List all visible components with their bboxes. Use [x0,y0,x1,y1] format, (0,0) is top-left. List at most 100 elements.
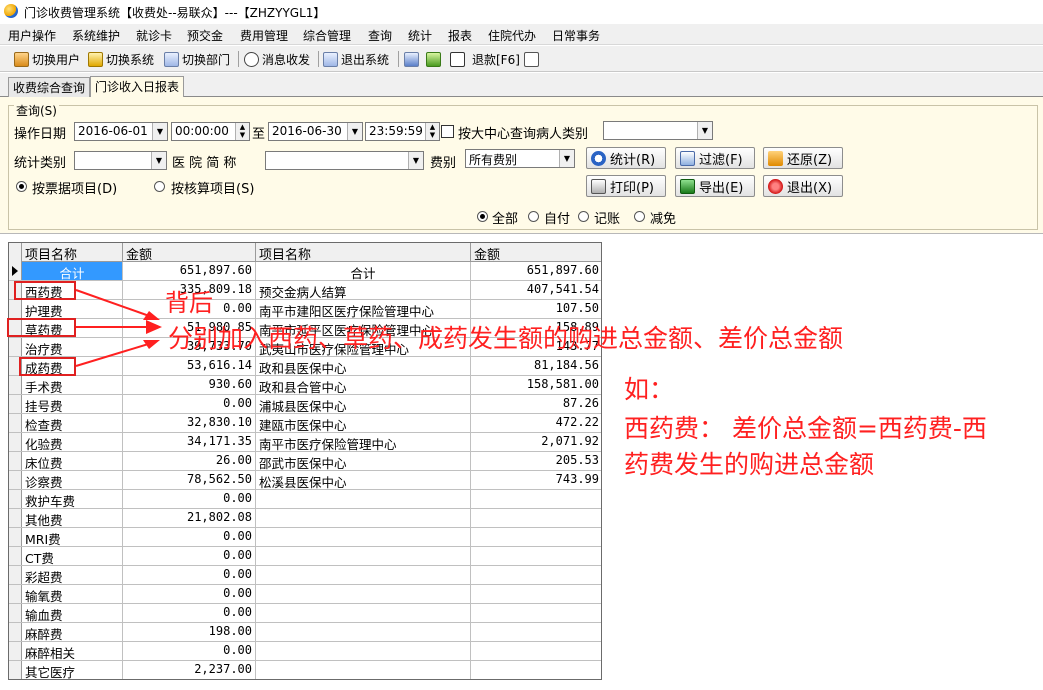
table-cell[interactable]: 651,897.60 [123,262,256,281]
table-cell[interactable]: 手术费 [22,376,123,395]
spinner-icon[interactable]: ▲ ▼ [425,123,439,140]
table-cell[interactable]: 南平市医疗保险管理中心 [256,433,471,452]
chevron-down-icon[interactable]: ▼ [559,150,574,167]
table-cell[interactable] [256,528,471,547]
spinner-icon[interactable]: ▲ ▼ [235,123,249,140]
table-cell[interactable]: 输氧费 [22,585,123,604]
row-indicator[interactable] [9,623,22,642]
table-cell[interactable]: CT费 [22,547,123,566]
table-cell[interactable] [256,585,471,604]
table-cell[interactable]: 0.00 [123,566,256,585]
table-cell[interactable]: 107.50 [471,300,601,319]
print-button[interactable]: 打印(P) [586,175,666,197]
time-to-input[interactable]: 23:59:59 ▲ ▼ [365,122,440,141]
table-cell[interactable] [471,623,601,642]
fee-type-select[interactable]: 所有费别 ▼ [465,149,575,168]
radio-filter-self-pay[interactable] [528,211,539,222]
table-cell[interactable]: 护理费 [22,300,123,319]
table-cell[interactable]: 0.00 [123,604,256,623]
chevron-down-icon[interactable]: ▼ [408,152,423,169]
switch-department-button[interactable]: 切换部门 [164,50,230,68]
table-cell[interactable]: 化验费 [22,433,123,452]
radio-filter-charge[interactable] [578,211,589,222]
menu-user-ops[interactable]: 用户操作 [8,27,56,44]
table-cell[interactable]: 麻醉相关 [22,642,123,661]
table-cell[interactable]: 0.00 [123,395,256,414]
row-indicator[interactable] [9,642,22,661]
table-cell[interactable] [471,642,601,661]
table-cell[interactable]: 政和县合管中心 [256,376,471,395]
table-cell[interactable] [471,509,601,528]
menu-visit-card[interactable]: 就诊卡 [136,27,172,44]
table-cell[interactable] [471,490,601,509]
table-cell[interactable] [256,566,471,585]
row-indicator[interactable] [9,262,22,281]
table-cell[interactable]: MRI费 [22,528,123,547]
table-cell[interactable]: 输血费 [22,604,123,623]
table-cell[interactable] [471,661,601,679]
table-cell[interactable]: 0.00 [123,585,256,604]
tab-fee-integrated-query[interactable]: 收费综合查询 [8,77,91,97]
row-indicator[interactable] [9,585,22,604]
date-from-select[interactable]: 2016-06-01 ▼ [74,122,168,141]
table-cell[interactable]: 743.99 [471,471,601,490]
table-cell[interactable] [256,661,471,679]
report-grid[interactable]: 项目名称 金额 项目名称 金额 合计 651,897.60 合计 651,897.60… [8,242,602,680]
menu-reports[interactable]: 报表 [448,27,472,44]
menu-statistics[interactable]: 统计 [408,27,432,44]
table-cell[interactable]: 26.00 [123,452,256,471]
table-cell[interactable]: 麻醉费 [22,623,123,642]
refund-button[interactable]: 退款[F6] [472,50,520,68]
stat-category-select[interactable]: ▼ [74,151,167,170]
table-cell[interactable]: 198.00 [123,623,256,642]
restore-button[interactable]: 还原(Z) [763,147,843,169]
row-indicator[interactable] [9,566,22,585]
row-indicator[interactable] [9,433,22,452]
table-cell[interactable]: 0.00 [123,528,256,547]
table-cell[interactable]: 651,897.60 [471,262,601,281]
table-cell[interactable]: 预交金病人结算 [256,281,471,300]
table-cell[interactable]: 诊察费 [22,471,123,490]
table-cell[interactable]: 34,171.35 [123,433,256,452]
table-cell[interactable]: 21,802.08 [123,509,256,528]
column-header-item-name-2[interactable]: 项目名称 [256,243,471,263]
column-header-item-name[interactable]: 项目名称 [22,243,123,263]
table-cell[interactable] [471,585,601,604]
column-header-amount-2[interactable]: 金额 [471,243,601,263]
table-cell[interactable]: 其他费 [22,509,123,528]
column-header-amount[interactable]: 金额 [123,243,256,263]
table-cell[interactable]: 53,616.14 [123,357,256,376]
chevron-down-icon[interactable]: ▼ [697,122,712,139]
row-indicator[interactable] [9,414,22,433]
table-cell[interactable]: 其它医疗 [22,661,123,679]
row-indicator[interactable] [9,376,22,395]
radio-invoice-items[interactable] [16,181,27,192]
row-indicator[interactable] [9,471,22,490]
stats-button[interactable]: 统计(R) [586,147,666,169]
chevron-down-icon[interactable]: ▼ [347,123,362,140]
table-cell[interactable]: 南平市建阳区医疗保险管理中心 [256,300,471,319]
table-cell[interactable]: 407,541.54 [471,281,601,300]
table-cell[interactable] [471,604,601,623]
menu-prepayment[interactable]: 预交金 [187,27,223,44]
row-indicator[interactable] [9,604,22,623]
radio-accounting-items[interactable] [154,181,165,192]
exit-button[interactable]: 退出(X) [763,175,843,197]
table-cell[interactable] [471,528,601,547]
edit-button[interactable] [404,50,422,68]
switch-user-button[interactable]: 切换用户 [14,50,80,68]
table-cell[interactable] [471,547,601,566]
table-cell[interactable]: 81,184.56 [471,357,601,376]
table-cell[interactable]: 2,071.92 [471,433,601,452]
hospital-abbrev-select[interactable]: ▼ [265,151,424,170]
table-cell[interactable]: 治疗费 [22,338,123,357]
row-indicator[interactable] [9,395,22,414]
menu-daily-affairs[interactable]: 日常事务 [552,27,600,44]
row-indicator[interactable] [9,452,22,471]
table-cell[interactable]: 浦城县医保中心 [256,395,471,414]
messages-button[interactable]: 消息收发 [244,50,310,68]
table-cell[interactable]: 检查费 [22,414,123,433]
filter-button[interactable]: 过滤(F) [675,147,755,169]
table-cell[interactable] [256,490,471,509]
table-cell[interactable]: 松溪县医保中心 [256,471,471,490]
